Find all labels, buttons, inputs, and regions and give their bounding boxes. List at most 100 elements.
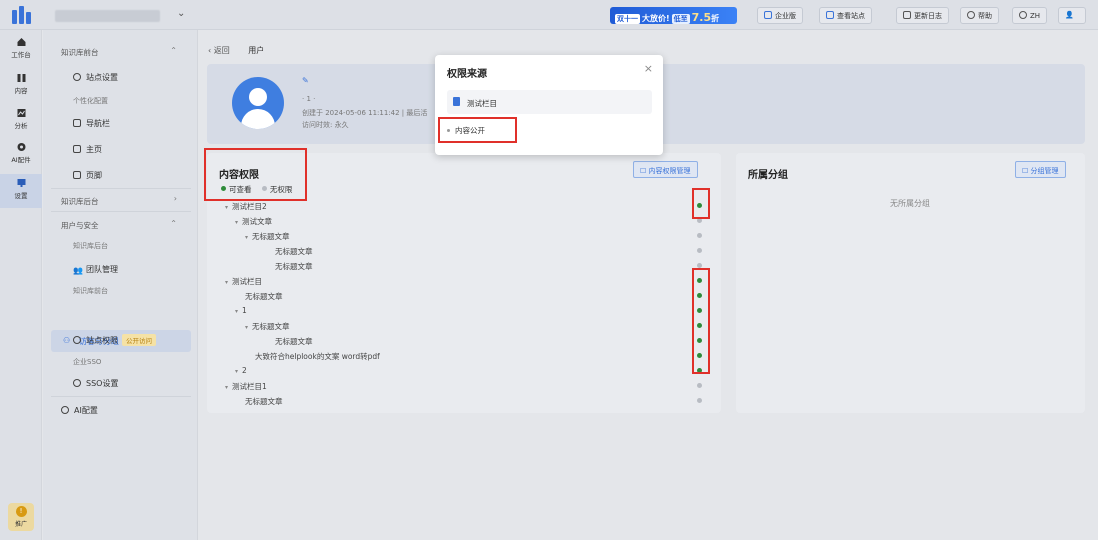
tree-row[interactable]: ▾ 测试栏目	[225, 276, 262, 287]
tree-row[interactable]: 无标题文章	[275, 261, 313, 272]
menu-site-settings[interactable]: 站点设置	[73, 72, 118, 83]
help-button[interactable]: 帮助	[960, 7, 999, 24]
edit-icon[interactable]: ✎	[302, 76, 309, 85]
rail-promo[interactable]: ! 推广	[8, 503, 34, 531]
no-permission-status-dot[interactable]	[697, 233, 702, 238]
menu-sso-settings[interactable]: SSO设置	[73, 378, 118, 389]
promo-text: 大放价!	[642, 14, 670, 23]
profile-name: · 1 ·	[302, 95, 316, 103]
menu-site-permission[interactable]: 站点权限 公开访问	[73, 334, 156, 346]
highlight-box	[692, 268, 710, 374]
caret-icon[interactable]: ▾	[225, 384, 228, 391]
caret-icon[interactable]: ▾	[245, 234, 248, 241]
menu-footer[interactable]: 页脚	[73, 170, 102, 181]
chevron-up-icon[interactable]: ⌃	[170, 219, 177, 228]
menu-ai-config[interactable]: AI配置	[61, 405, 98, 416]
left-rail: 工作台 内容 分析 AI配件 设置 ! 推广	[0, 30, 42, 540]
shield-check-icon	[73, 336, 81, 344]
edit-icon: ☐	[640, 167, 649, 175]
chevron-down-icon[interactable]: ⌄	[177, 8, 185, 19]
source-label: 测试栏目	[467, 99, 497, 108]
tree-row[interactable]: ▾ 无标题文章	[245, 231, 290, 242]
promo-banner[interactable]: 双十一 大放价! 低至 7.5折	[610, 7, 737, 24]
tree-row[interactable]: ▾ 测试文章	[235, 216, 272, 227]
rail-item-settings[interactable]: 设置	[0, 174, 42, 208]
chevron-up-icon[interactable]: ⌃	[170, 46, 177, 55]
homepage-icon	[73, 145, 81, 153]
menu-personalization[interactable]: 个性化配置	[73, 96, 108, 106]
tree-row-label: 测试栏目	[232, 277, 263, 286]
promo-label: 推广	[14, 521, 27, 528]
workspace-name-blurred[interactable]	[55, 10, 160, 22]
tree-row[interactable]: 无标题文章	[275, 246, 313, 257]
view-site-button[interactable]: 查看站点	[819, 7, 872, 24]
menu-team-management[interactable]: 👥 团队管理	[73, 264, 118, 275]
tree-row[interactable]: 无标题文章	[245, 396, 283, 407]
user-menu-button[interactable]: 👤	[1058, 7, 1086, 24]
globe-icon	[1019, 11, 1027, 19]
group-frontend[interactable]: 知识库前台	[61, 47, 99, 58]
external-link-icon	[826, 11, 834, 19]
groups-title: 所属分组	[748, 170, 788, 181]
tree-row[interactable]: 无标题文章	[275, 336, 313, 347]
caret-icon[interactable]: ▾	[245, 324, 248, 331]
chevron-right-icon[interactable]: ›	[174, 194, 177, 203]
divider	[51, 396, 191, 397]
changelog-button[interactable]: 更新日志	[896, 7, 949, 24]
profile-created: 创建于 2024-05-06 11:11:42 | 最后活	[302, 109, 428, 117]
tree-row-label: 测试栏目2	[232, 202, 267, 211]
group-backend[interactable]: 知识库后台	[61, 196, 99, 207]
app-logo[interactable]	[12, 6, 32, 24]
rail-item-ai[interactable]: AI配件	[0, 142, 42, 164]
home-icon	[17, 38, 25, 46]
enterprise-button[interactable]: 企业版	[757, 7, 803, 24]
group-manage-button[interactable]: ☐ 分组管理	[1015, 161, 1066, 178]
no-permission-status-dot[interactable]	[697, 383, 702, 388]
divider	[51, 211, 191, 212]
back-link[interactable]: ‹ 返回	[208, 46, 230, 55]
rail-item-analytics[interactable]: 分析	[0, 108, 42, 130]
page-title: 用户	[248, 46, 265, 55]
public-access-badge: 公开访问	[122, 334, 156, 346]
divider	[51, 188, 191, 189]
tree-row-label: 无标题文章	[245, 292, 283, 301]
tree-row[interactable]: ▾ 1	[235, 306, 247, 315]
tree-row[interactable]: ▾ 测试栏目2	[225, 201, 267, 212]
promo-suffix: 折	[711, 14, 720, 23]
close-icon[interactable]: ×	[644, 62, 653, 75]
menu-homepage[interactable]: 主页	[73, 144, 102, 155]
group-user-security[interactable]: 用户与安全	[61, 220, 99, 231]
caret-icon[interactable]: ▾	[235, 368, 238, 375]
rail-item-content[interactable]: 内容	[0, 73, 42, 95]
tree-row-label: 测试栏目1	[232, 382, 267, 391]
caret-icon[interactable]: ▾	[225, 279, 228, 286]
rail-item-workbench[interactable]: 工作台	[0, 37, 42, 59]
tree-row-label: 无标题文章	[252, 322, 290, 331]
top-bar: ⌄ 双十一 大放价! 低至 7.5折 企业版 查看站点 更新日志 帮助 ZH 👤	[0, 0, 1098, 30]
caret-icon[interactable]: ▾	[235, 219, 238, 226]
team-icon: 👥	[73, 266, 83, 275]
tree-row[interactable]: ▾ 2	[235, 366, 247, 375]
content-icon	[17, 74, 25, 82]
menu-sub-frontend: 知识库前台	[73, 287, 108, 295]
language-button[interactable]: ZH	[1012, 7, 1048, 24]
tree-row[interactable]: ▾ 无标题文章	[245, 321, 290, 332]
caret-icon[interactable]: ▾	[225, 204, 228, 211]
highlight-box	[204, 148, 307, 201]
no-permission-status-dot[interactable]	[697, 248, 702, 253]
highlight-box	[692, 188, 710, 219]
promo-tag: 双十一	[615, 14, 640, 24]
ai-plugin-icon	[17, 143, 25, 151]
caret-icon[interactable]: ▾	[235, 308, 238, 315]
tree-row[interactable]: 无标题文章	[245, 291, 283, 302]
menu-navbar[interactable]: 导航栏	[73, 118, 110, 129]
edit-icon: ☐	[1022, 167, 1031, 175]
tree-row[interactable]: 大致符合helplook的文案 word转pdf	[255, 351, 380, 362]
sso-icon	[73, 379, 81, 387]
no-permission-status-dot[interactable]	[697, 398, 702, 403]
content-permission-manage-button[interactable]: ☐ 内容权限管理	[633, 161, 698, 178]
permission-source-item[interactable]: 测试栏目	[447, 90, 652, 114]
navbar-icon	[73, 119, 81, 127]
tree-row[interactable]: ▾ 测试栏目1	[225, 381, 267, 392]
breadcrumb: ‹ 返回 用户	[208, 45, 264, 56]
